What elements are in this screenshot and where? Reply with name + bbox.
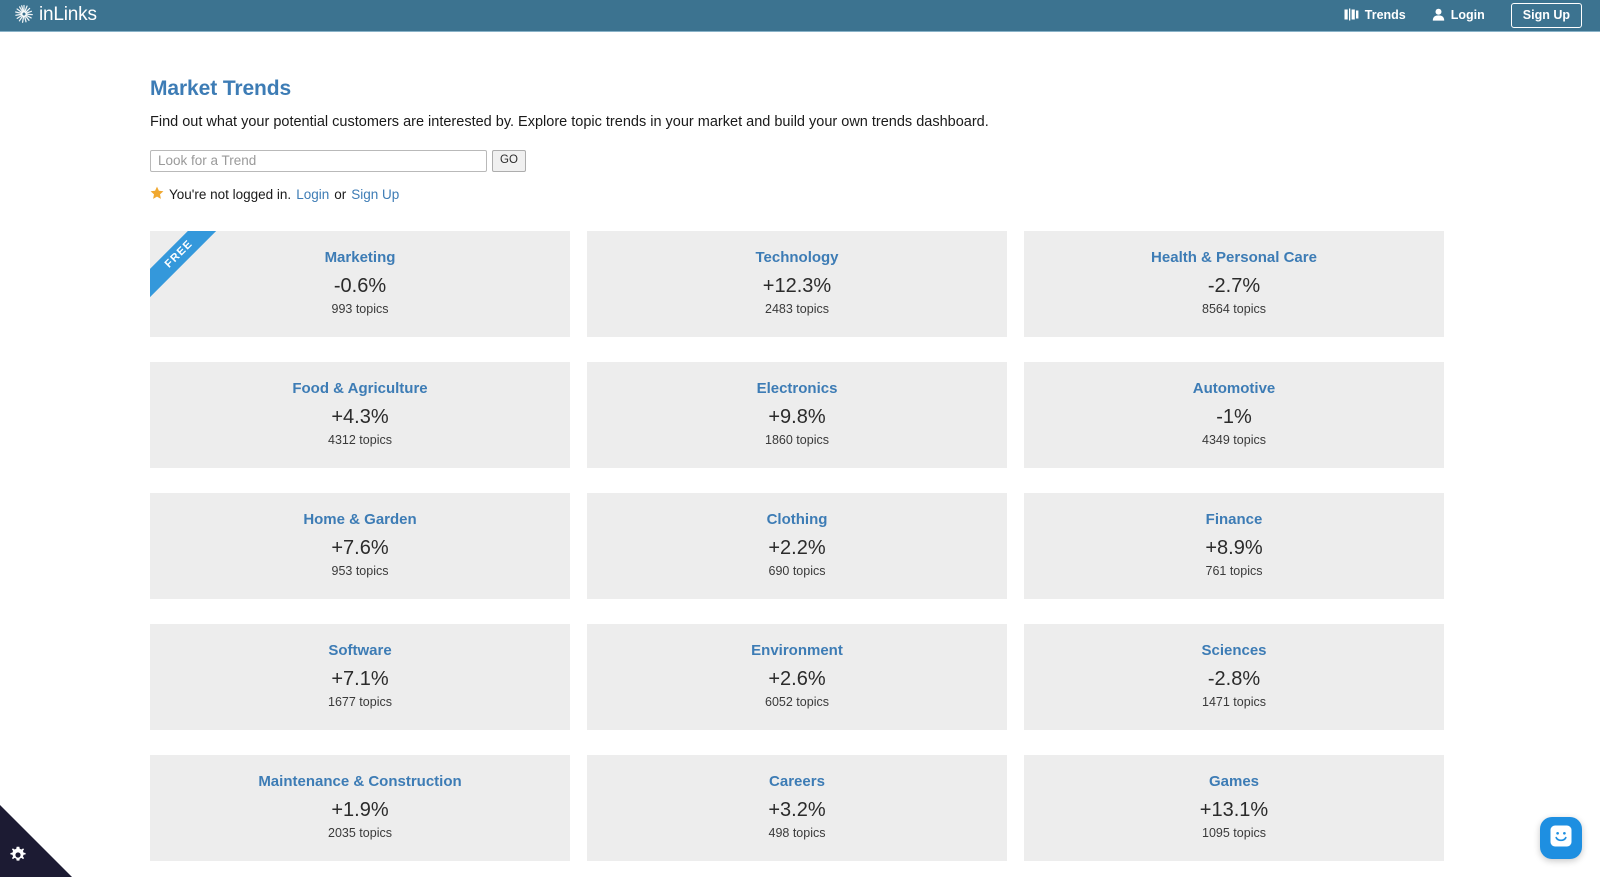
login-status-text: You're not logged in. xyxy=(169,186,292,202)
brand-name: inLinks xyxy=(39,4,97,25)
trend-card[interactable]: Automotive -1% 4349 topics xyxy=(1024,361,1444,468)
trend-card-title[interactable]: Software xyxy=(150,642,570,660)
trend-card-title[interactable]: Environment xyxy=(587,642,1007,660)
trend-card-change: +7.1% xyxy=(331,668,389,691)
signup-link[interactable]: Sign Up xyxy=(351,187,399,202)
trend-card-topics: 498 topics xyxy=(768,826,826,841)
page-title: Market Trends xyxy=(150,77,292,100)
trend-card-title[interactable]: Technology xyxy=(587,249,1007,267)
trend-card-title[interactable]: Health & Personal Care xyxy=(1024,249,1444,267)
trend-card-title[interactable]: Maintenance & Construction xyxy=(150,773,570,791)
trend-card-title[interactable]: Marketing xyxy=(150,249,570,267)
trend-card-topics: 1095 topics xyxy=(1202,826,1266,841)
login-link[interactable]: Login xyxy=(296,187,329,202)
trend-card[interactable]: FREE Marketing -0.6% 993 topics xyxy=(150,230,570,337)
sunburst-logo-icon xyxy=(14,4,34,28)
trend-card-topics: 2035 topics xyxy=(328,826,392,841)
trend-card-change: +2.2% xyxy=(768,537,826,560)
trend-card[interactable]: Environment +2.6% 6052 topics xyxy=(587,623,1007,730)
trend-card-change: +8.9% xyxy=(1205,537,1263,560)
trend-search-form: GO xyxy=(150,149,1450,172)
trend-card-change: +1.9% xyxy=(331,799,389,822)
trend-card-change: +13.1% xyxy=(1199,799,1269,822)
trend-card[interactable]: Finance +8.9% 761 topics xyxy=(1024,492,1444,599)
trend-card-title[interactable]: Games xyxy=(1024,773,1444,791)
page-body: Market Trends Find out what your potenti… xyxy=(0,32,1600,861)
trend-card-change: +3.2% xyxy=(768,799,826,822)
search-input[interactable] xyxy=(150,149,487,172)
brand-logo[interactable]: inLinks xyxy=(14,4,97,28)
trend-card-topics: 1860 topics xyxy=(765,433,829,448)
trend-card-topics: 6052 topics xyxy=(765,695,829,710)
login-note-separator: or xyxy=(334,186,347,202)
user-icon xyxy=(1432,8,1445,24)
trend-card-topics: 2483 topics xyxy=(765,302,829,317)
trend-card[interactable]: Electronics +9.8% 1860 topics xyxy=(587,361,1007,468)
trend-card-title[interactable]: Automotive xyxy=(1024,380,1444,398)
signup-button[interactable]: Sign Up xyxy=(1510,2,1582,29)
cookie-settings-corner[interactable] xyxy=(0,805,72,877)
nav-link-login[interactable]: Login xyxy=(1432,8,1485,24)
trend-card[interactable]: Sciences -2.8% 1471 topics xyxy=(1024,623,1444,730)
trend-card-change: +4.3% xyxy=(331,406,389,429)
search-go-button[interactable]: GO xyxy=(492,149,526,172)
chat-widget-button[interactable] xyxy=(1540,817,1582,859)
free-ribbon: FREE xyxy=(150,230,240,314)
trend-card-topics: 4312 topics xyxy=(328,433,392,448)
trend-card[interactable]: Games +13.1% 1095 topics xyxy=(1024,754,1444,861)
trend-card-change: +7.6% xyxy=(331,537,389,560)
trend-card-topics: 4349 topics xyxy=(1202,433,1266,448)
nav-link-login-label: Login xyxy=(1450,8,1485,23)
trend-card-topics: 1677 topics xyxy=(328,695,392,710)
trend-card-change: -2.8% xyxy=(1207,668,1261,691)
trend-card-change: -0.6% xyxy=(333,275,387,298)
trend-card-title[interactable]: Careers xyxy=(587,773,1007,791)
trend-card-title[interactable]: Clothing xyxy=(587,511,1007,529)
page-description: Find out what your potential customers a… xyxy=(150,114,989,130)
trend-cards-grid: FREE Marketing -0.6% 993 topics Technology +1… xyxy=(150,230,1450,861)
trend-card-title[interactable]: Food & Agriculture xyxy=(150,380,570,398)
trend-card-title[interactable]: Finance xyxy=(1024,511,1444,529)
trend-card-change: +12.3% xyxy=(762,275,832,298)
navbar-links: Trends Login Sign Up xyxy=(1344,2,1582,29)
trend-card-change: +2.6% xyxy=(768,668,826,691)
trend-card[interactable]: Health & Personal Care -2.7% 8564 topics xyxy=(1024,230,1444,337)
trend-card-change: +9.8% xyxy=(768,406,826,429)
trend-card-topics: 8564 topics xyxy=(1202,302,1266,317)
trend-card-title[interactable]: Electronics xyxy=(587,380,1007,398)
gear-icon xyxy=(9,846,27,869)
trend-card[interactable]: Maintenance & Construction +1.9% 2035 topi… xyxy=(150,754,570,861)
nav-link-trends[interactable]: Trends xyxy=(1344,8,1406,24)
trend-card-topics: 953 topics xyxy=(331,564,389,579)
trend-card-change: -2.7% xyxy=(1207,275,1261,298)
trend-card-title[interactable]: Home & Garden xyxy=(150,511,570,529)
smiley-face-icon xyxy=(1550,825,1572,852)
login-status-note: You're not logged in. Login or Sign Up xyxy=(150,186,1450,203)
trend-card-topics: 993 topics xyxy=(331,302,389,317)
top-navbar: inLinks Trends Login Sign Up xyxy=(0,0,1600,32)
trend-card[interactable]: Technology +12.3% 2483 topics xyxy=(587,230,1007,337)
trend-card-change: -1% xyxy=(1216,406,1252,429)
trend-card[interactable]: Software +7.1% 1677 topics xyxy=(150,623,570,730)
trend-card[interactable]: Food & Agriculture +4.3% 4312 topics xyxy=(150,361,570,468)
trend-card-title[interactable]: Sciences xyxy=(1024,642,1444,660)
trend-card-topics: 1471 topics xyxy=(1202,695,1266,710)
bar-chart-icon xyxy=(1344,8,1359,24)
trend-card[interactable]: Home & Garden +7.6% 953 topics xyxy=(150,492,570,599)
trend-card-topics: 690 topics xyxy=(768,564,826,579)
trend-card-topics: 761 topics xyxy=(1205,564,1263,579)
content-container: Market Trends Find out what your potenti… xyxy=(150,32,1450,861)
trend-card[interactable]: Clothing +2.2% 690 topics xyxy=(587,492,1007,599)
star-icon xyxy=(150,186,164,203)
trend-card[interactable]: Careers +3.2% 498 topics xyxy=(587,754,1007,861)
nav-link-trends-label: Trends xyxy=(1364,8,1406,23)
